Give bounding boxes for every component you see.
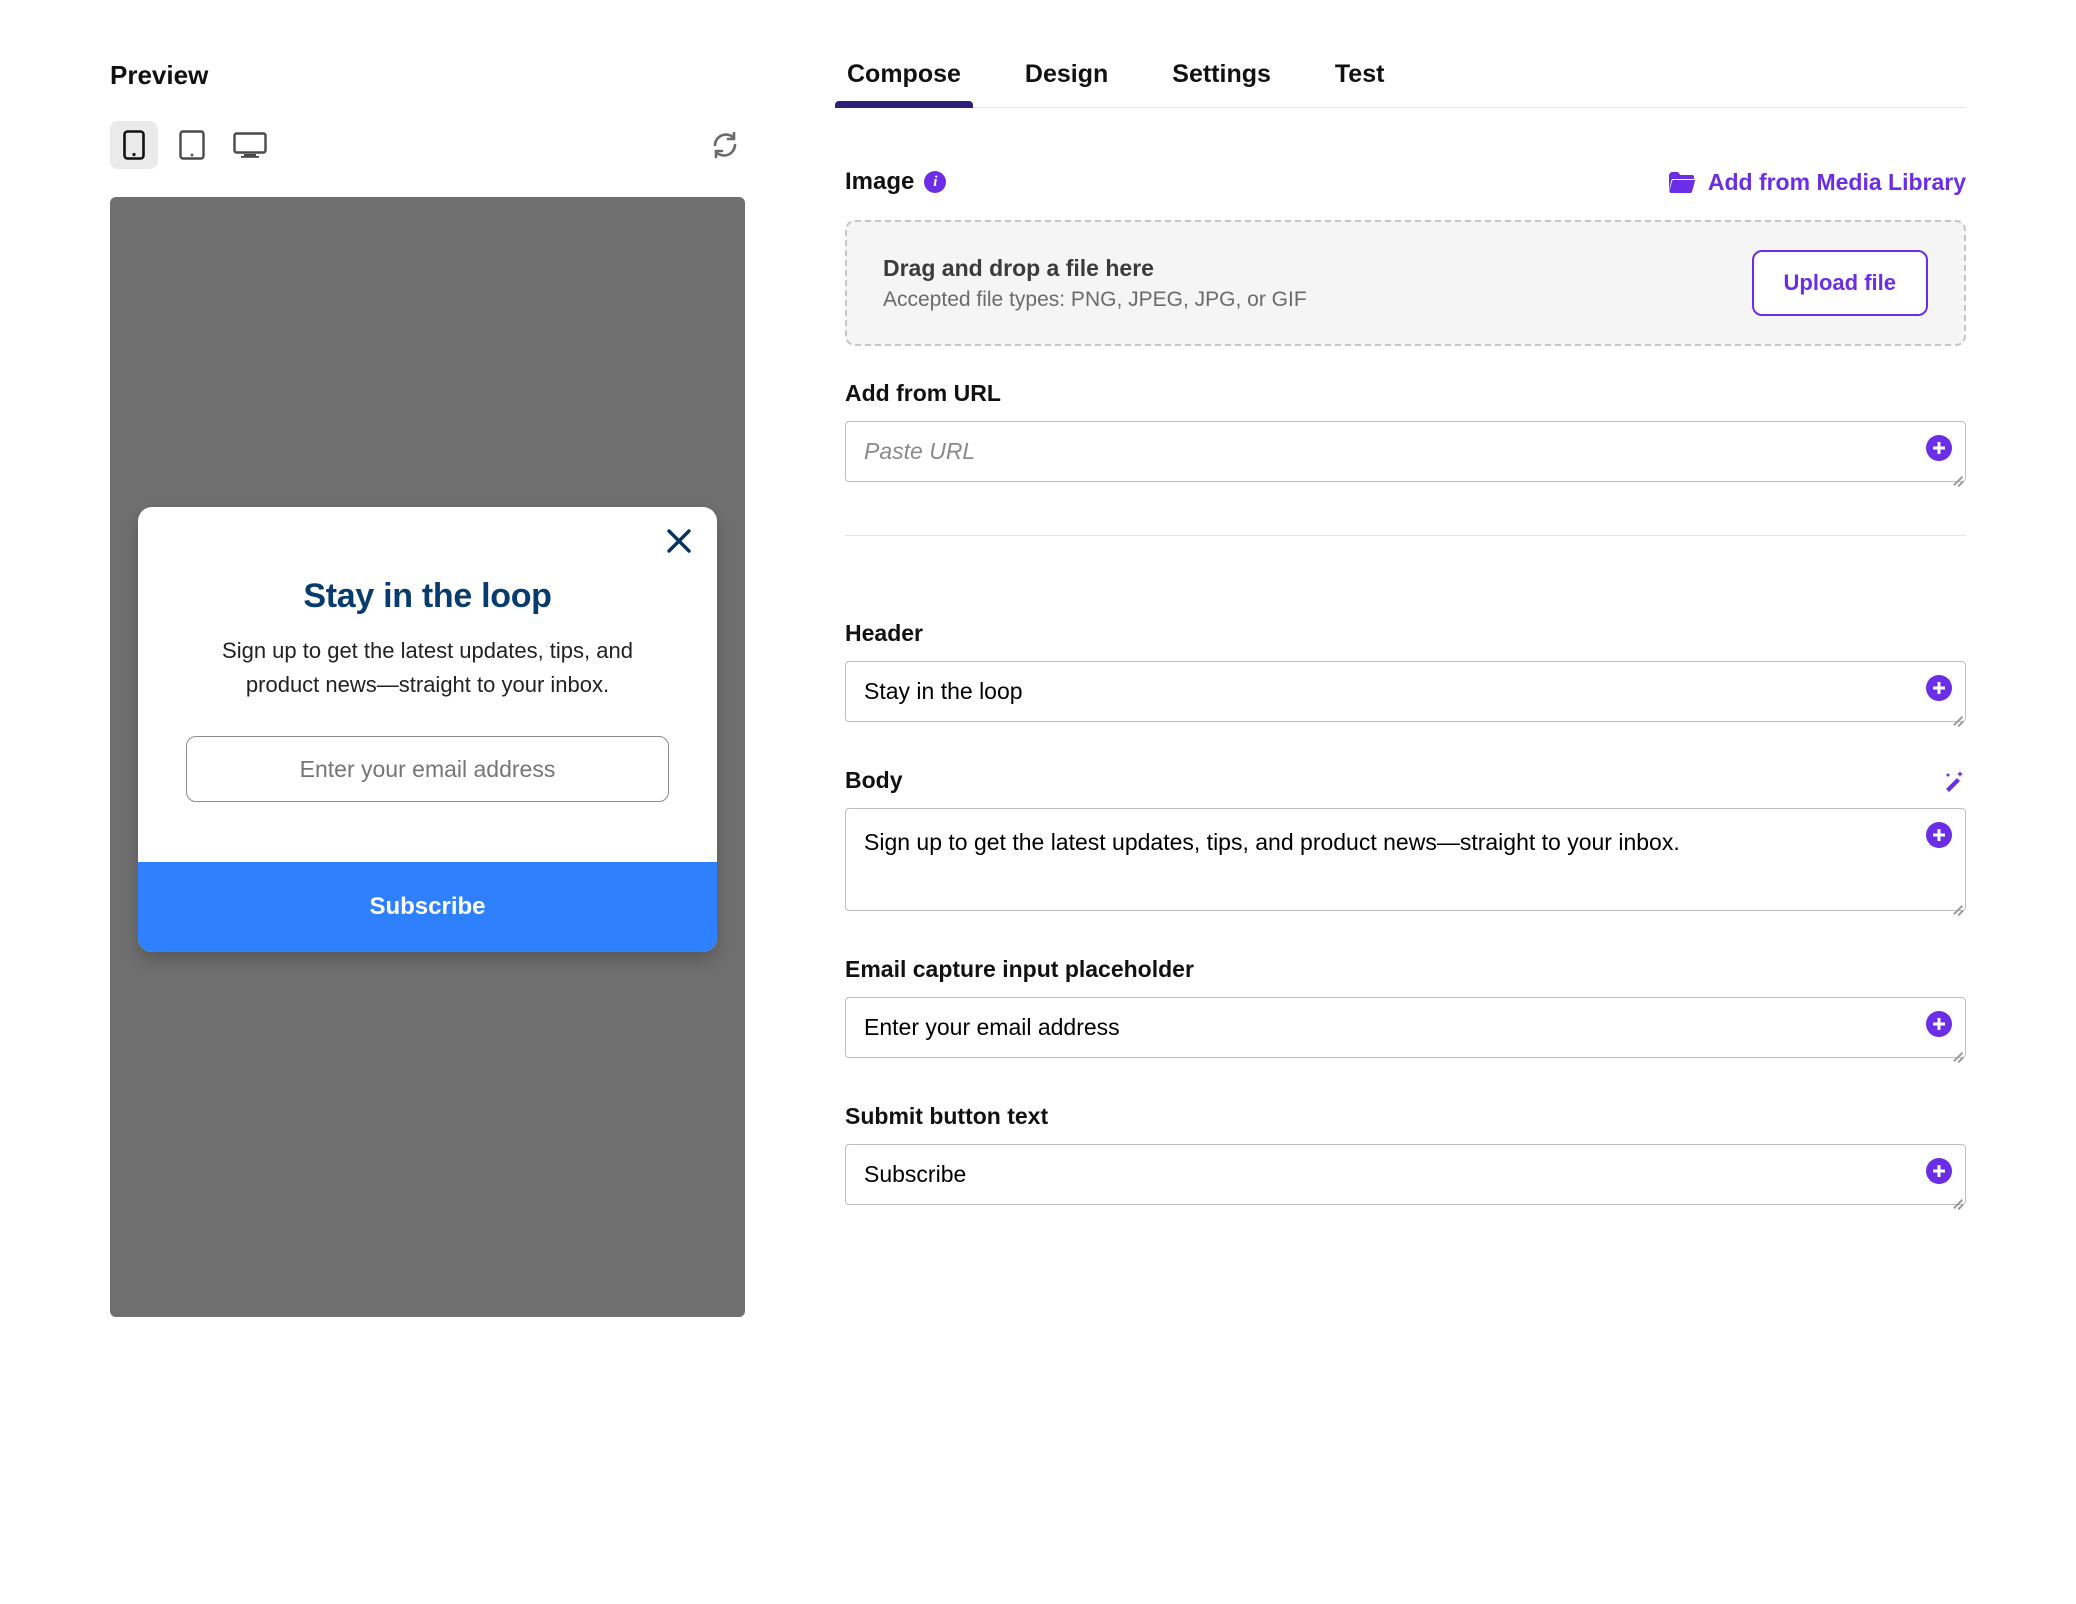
preview-toolbar <box>110 121 745 169</box>
image-dropzone[interactable]: Drag and drop a file here Accepted file … <box>845 220 1966 346</box>
email-placeholder-input[interactable] <box>845 997 1966 1058</box>
device-phone-button[interactable] <box>110 121 158 169</box>
tab-design[interactable]: Design <box>1023 60 1110 107</box>
email-placeholder-field-label: Email capture input placeholder <box>845 956 1194 983</box>
plus-icon <box>1932 441 1946 455</box>
plus-icon <box>1932 828 1946 842</box>
body-input[interactable] <box>845 808 1966 911</box>
popup-email-input[interactable] <box>186 736 669 802</box>
plus-icon <box>1932 1164 1946 1178</box>
url-field-label: Add from URL <box>845 380 1001 407</box>
submit-add-button[interactable] <box>1926 1158 1952 1184</box>
info-icon[interactable]: i <box>924 171 946 193</box>
submit-text-input[interactable] <box>845 1144 1966 1205</box>
url-input[interactable] <box>845 421 1966 482</box>
folder-open-icon <box>1668 171 1696 193</box>
dropzone-title: Drag and drop a file here <box>883 255 1307 282</box>
device-desktop-button[interactable] <box>226 121 274 169</box>
tab-settings[interactable]: Settings <box>1170 60 1273 107</box>
header-add-button[interactable] <box>1926 675 1952 701</box>
preview-title: Preview <box>110 60 745 91</box>
close-icon <box>665 527 693 555</box>
popup-submit-button[interactable]: Subscribe <box>138 862 717 952</box>
upload-file-button[interactable]: Upload file <box>1752 250 1928 316</box>
tablet-icon <box>179 130 205 160</box>
body-field-label: Body <box>845 767 903 794</box>
device-tablet-button[interactable] <box>168 121 216 169</box>
submit-field-label: Submit button text <box>845 1103 1048 1130</box>
image-section-label: Image i <box>845 168 946 196</box>
body-add-button[interactable] <box>1926 822 1952 848</box>
email-placeholder-add-button[interactable] <box>1926 1011 1952 1037</box>
preview-phone-frame: Stay in the loop Sign up to get the late… <box>110 197 745 1317</box>
phone-icon <box>123 130 145 160</box>
tab-test[interactable]: Test <box>1333 60 1387 107</box>
editor-tabs: Compose Design Settings Test <box>845 60 1966 108</box>
popup-close-button[interactable] <box>665 527 693 555</box>
url-add-button[interactable] <box>1926 435 1952 461</box>
section-divider <box>845 535 1966 536</box>
header-input[interactable] <box>845 661 1966 722</box>
refresh-button[interactable] <box>705 125 745 165</box>
popup-header: Stay in the loop <box>186 577 669 616</box>
plus-icon <box>1932 1017 1946 1031</box>
refresh-icon <box>711 131 739 159</box>
magic-wand-icon <box>1942 769 1966 793</box>
add-from-media-library-link[interactable]: Add from Media Library <box>1668 169 1966 196</box>
preview-popup: Stay in the loop Sign up to get the late… <box>138 507 717 952</box>
dropzone-subtitle: Accepted file types: PNG, JPEG, JPG, or … <box>883 288 1307 312</box>
header-field-label: Header <box>845 620 923 647</box>
popup-body: Sign up to get the latest updates, tips,… <box>186 634 669 702</box>
desktop-icon <box>233 132 267 158</box>
tab-compose[interactable]: Compose <box>845 60 963 107</box>
magic-wand-button[interactable] <box>1942 769 1966 793</box>
plus-icon <box>1932 681 1946 695</box>
